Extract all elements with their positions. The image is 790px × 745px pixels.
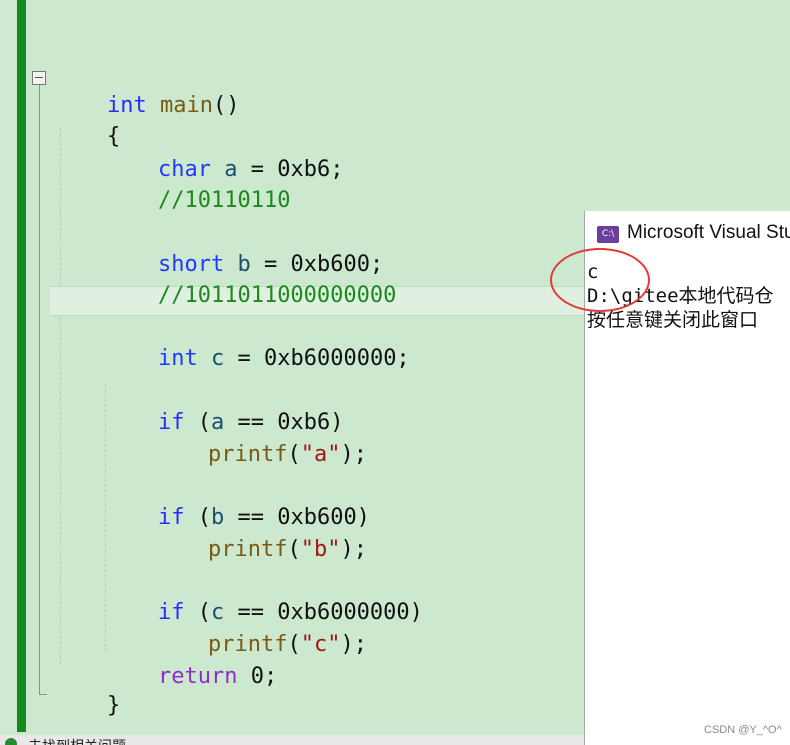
watermark: CSDN @Y_^O^ — [704, 724, 782, 736]
code-text: () — [212, 93, 240, 118]
code-text: 0; — [237, 664, 278, 689]
comment: //10110110 — [157, 188, 291, 213]
brace: } — [106, 693, 121, 718]
fold-guide-line — [39, 85, 40, 695]
code-text: ( — [287, 537, 301, 562]
console-app-icon: C:\ — [597, 226, 619, 243]
editor-gutter — [0, 0, 16, 735]
annotation-circle — [550, 248, 650, 312]
operator: = — [224, 346, 264, 371]
status-text: 未找到相关问题 — [28, 736, 126, 745]
function-name: main — [159, 93, 213, 118]
collapse-icon[interactable] — [32, 71, 46, 85]
code-text: ); — [340, 442, 367, 467]
string-literal: "b" — [300, 537, 341, 562]
indent-guide — [60, 128, 61, 664]
console-output-line: 按任意键关闭此窗口 — [587, 309, 759, 331]
keyword: return — [157, 664, 238, 689]
string-literal: "a" — [300, 442, 341, 467]
status-bar: 未找到相关问题 — [0, 735, 584, 745]
console-title: Microsoft Visual Stu — [627, 222, 790, 243]
comment: //1011011000000000 — [157, 283, 397, 308]
function-name: printf — [207, 442, 288, 467]
fold-guide-end — [39, 694, 47, 695]
code-line-15[interactable]: } — [54, 667, 120, 745]
code-text: ( — [287, 632, 301, 657]
function-name: printf — [207, 537, 288, 562]
change-tracking-bar — [17, 0, 26, 732]
keyword: int — [157, 346, 198, 371]
variable: c — [210, 346, 225, 371]
code-text: ); — [340, 537, 367, 562]
code-text: ( — [287, 442, 301, 467]
string-literal: "c" — [300, 632, 341, 657]
check-icon — [5, 738, 17, 745]
code-line-14[interactable]: return 0; — [105, 638, 277, 716]
literal: 0xb6000000; — [263, 346, 410, 371]
code-text: ); — [340, 632, 367, 657]
